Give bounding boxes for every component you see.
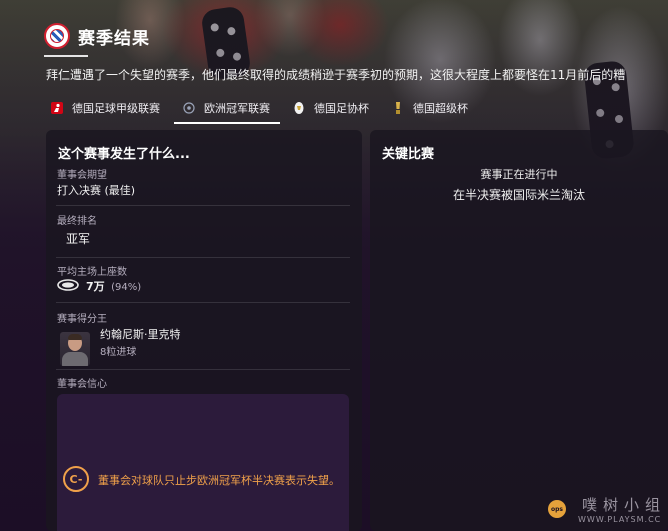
avg-attendance-value: 7万 (94%) — [86, 278, 141, 294]
tab-label: 德国足协杯 — [314, 102, 369, 115]
competition-summary-panel: 这个赛事发生了什么... 董事会期望 打入决赛 (最佳) 最终排名 亚军 平均主… — [46, 130, 362, 531]
top-scorer-name[interactable]: 约翰尼斯·里克特 — [100, 326, 181, 342]
stadium-icon — [57, 279, 79, 291]
tab-label: 德国足球甲级联赛 — [72, 102, 160, 115]
top-scorer-label: 赛事得分王 — [57, 314, 107, 325]
season-summary: 拜仁遭遇了一个失望的赛季，他们最终取得的成绩稍逊于赛季初的预期，这很大程度上都要… — [46, 68, 626, 82]
top-scorer-goals: 8粒进球 — [100, 347, 137, 358]
tab-label: 欧洲冠军联赛 — [204, 102, 270, 115]
board-confidence-label: 董事会信心 — [57, 379, 107, 390]
champions-league-icon — [182, 101, 196, 115]
player-avatar[interactable] — [60, 332, 90, 366]
panel-title: 这个赛事发生了什么... — [58, 147, 190, 162]
attendance-number: 7万 — [86, 280, 105, 293]
tab-bundesliga[interactable]: 德国足球甲级联赛 — [46, 96, 164, 120]
divider — [56, 205, 350, 206]
competition-result: 在半决赛被国际米兰淘汰 — [452, 188, 585, 202]
attendance-percent: (94%) — [111, 282, 142, 293]
page-header: 赛季结果 — [44, 20, 150, 52]
divider — [56, 302, 350, 303]
panel-title: 关键比赛 — [382, 147, 435, 162]
watermark-url: WWW.PLAYSM.CC — [578, 515, 662, 524]
dfb-pokal-icon — [292, 101, 306, 115]
divider — [56, 257, 350, 258]
final-position-value: 亚军 — [66, 232, 91, 246]
competition-tabs: 德国足球甲级联赛 欧洲冠军联赛 德国足协杯 德国超级杯 — [46, 96, 472, 124]
title-underline — [44, 55, 88, 57]
board-expectation-value: 打入决赛 (最佳) — [57, 184, 136, 197]
club-crest-icon — [44, 23, 70, 49]
confidence-grade-icon: C- — [63, 466, 89, 492]
tab-label: 德国超级杯 — [413, 102, 468, 115]
tab-champions-league[interactable]: 欧洲冠军联赛 — [174, 96, 280, 124]
tab-dfb-pokal[interactable]: 德国足协杯 — [288, 96, 373, 120]
bundesliga-icon — [50, 101, 64, 115]
site-watermark: ops 噗树小组 WWW.PLAYSM.CC — [548, 494, 666, 528]
final-position-label: 最终排名 — [57, 216, 97, 227]
watermark-brand: 噗树小组 — [582, 496, 667, 514]
board-confidence-box: C- 董事会对球队只止步欧洲冠军杯半决赛表示失望。 — [57, 394, 349, 531]
board-expectation-label: 董事会期望 — [57, 170, 107, 181]
watermark-badge-icon: ops — [548, 500, 566, 518]
key-matches-panel: 关键比赛 赛事正在进行中 在半决赛被国际米兰淘汰 — [370, 130, 668, 531]
divider — [56, 369, 350, 370]
avg-attendance-label: 平均主场上座数 — [57, 267, 127, 278]
board-confidence-message: 董事会对球队只止步欧洲冠军杯半决赛表示失望。 — [98, 474, 340, 487]
page-title: 赛季结果 — [78, 28, 150, 49]
tab-supercup[interactable]: 德国超级杯 — [387, 96, 472, 120]
supercup-icon — [391, 101, 405, 115]
competition-status: 赛事正在进行中 — [480, 168, 558, 181]
